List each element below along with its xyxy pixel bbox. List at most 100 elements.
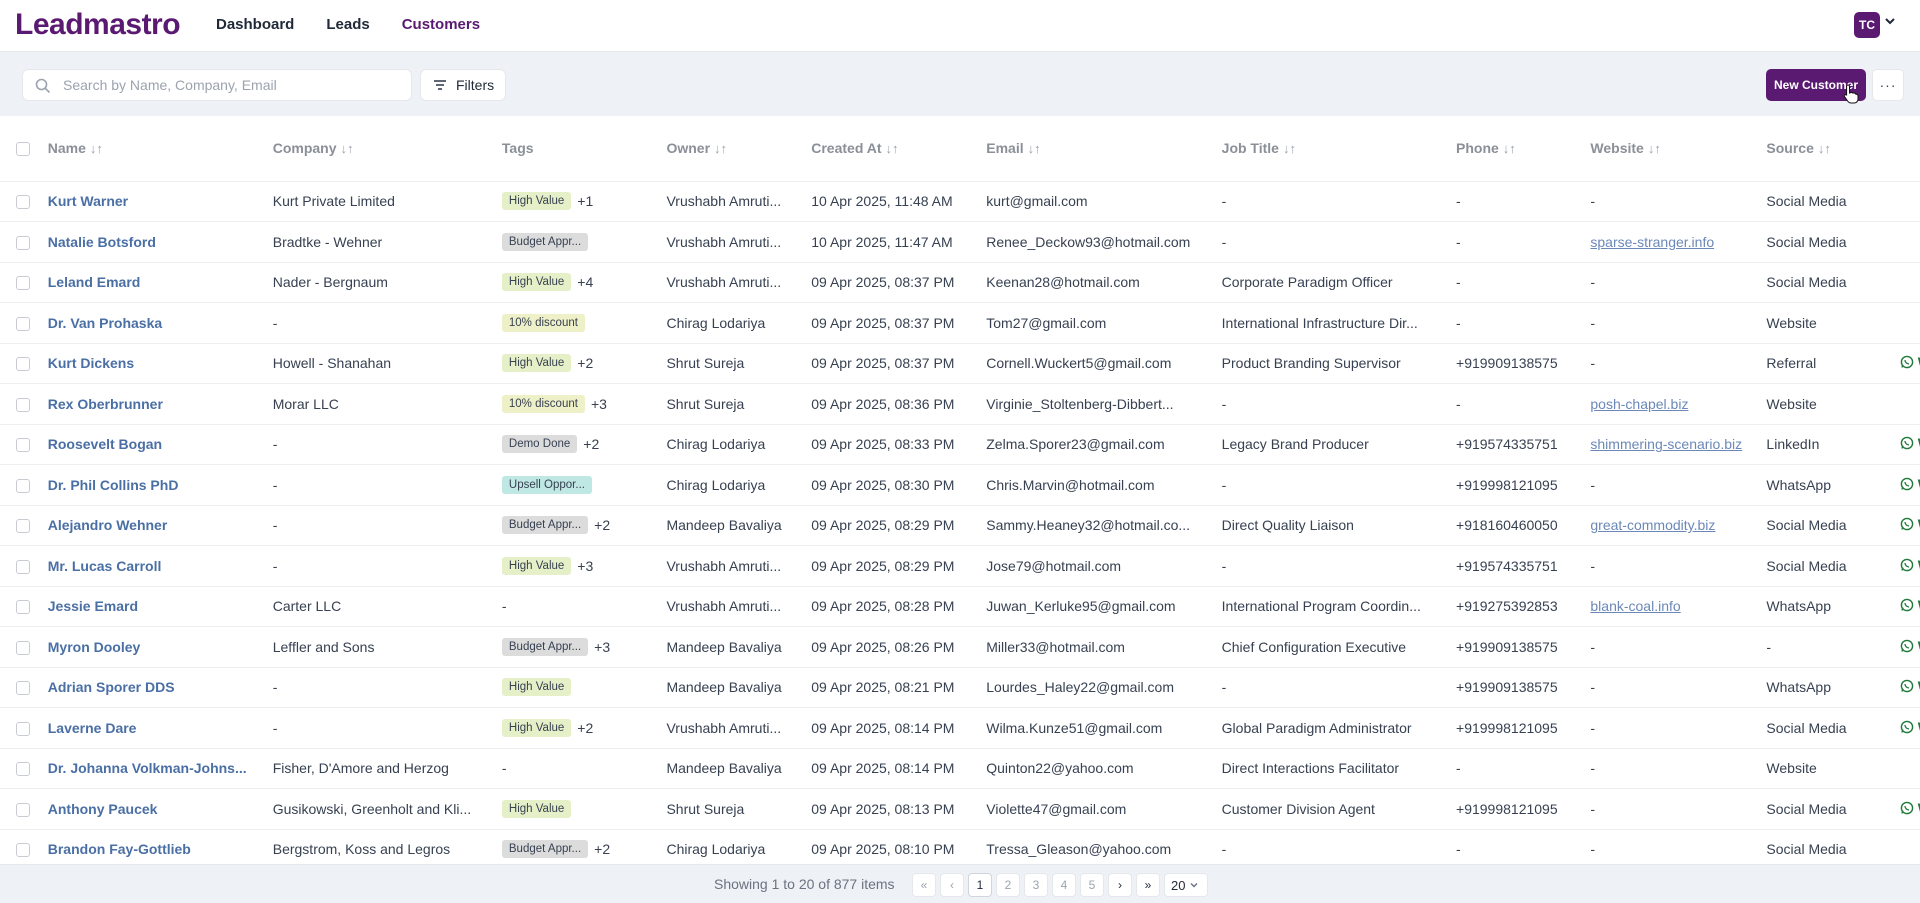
customer-name-link[interactable]: Kurt Warner xyxy=(48,193,128,209)
row-checkbox[interactable] xyxy=(16,235,30,250)
tag-more-count[interactable]: +3 xyxy=(594,639,610,655)
table-row[interactable]: Jessie Emard Carter LLC - Vrushabh Amruti..… xyxy=(0,586,1920,627)
sort-icon[interactable]: ↓↑ xyxy=(1028,141,1041,156)
website-link[interactable]: blank-coal.info xyxy=(1590,598,1680,614)
page-size-select[interactable]: 20 xyxy=(1164,873,1208,897)
table-row[interactable]: Laverne Dare - High Value +2 Vrushabh Amruti… xyxy=(0,707,1920,749)
customer-name-link[interactable]: Jessie Emard xyxy=(48,598,138,614)
table-row[interactable]: Kurt Dickens Howell - Shanahan High Value +… xyxy=(0,343,1920,384)
column-header-name[interactable]: Name ↓↑ xyxy=(43,116,269,182)
tag-more-count[interactable]: +2 xyxy=(594,517,610,533)
website-link[interactable]: sparse-stranger.info xyxy=(1590,234,1714,250)
column-header-website[interactable]: Website ↓↑ xyxy=(1586,116,1763,182)
page-4-button[interactable]: 4 xyxy=(1052,873,1076,897)
table-row[interactable]: Dr. Van Prohaska -10% discount Chirag Loda… xyxy=(0,302,1920,344)
search-box[interactable] xyxy=(22,69,412,101)
row-checkbox[interactable] xyxy=(16,276,30,291)
row-checkbox[interactable] xyxy=(16,843,30,858)
customer-name-link[interactable]: Dr. Phil Collins PhD xyxy=(48,477,179,493)
row-checkbox[interactable] xyxy=(16,316,30,331)
customer-name-link[interactable]: Adrian Sporer DDS xyxy=(48,679,175,695)
row-checkbox[interactable] xyxy=(16,802,30,817)
prev-page-button[interactable]: ‹ xyxy=(940,873,964,897)
customer-name-link[interactable]: Dr. Johanna Volkman-Johns... xyxy=(48,760,247,776)
sort-icon[interactable]: ↓↑ xyxy=(1818,141,1831,156)
column-header-phone[interactable]: Phone ↓↑ xyxy=(1452,116,1587,182)
tag-more-count[interactable]: +2 xyxy=(577,720,593,736)
customer-name-link[interactable]: Alejandro Wehner xyxy=(48,517,168,533)
customer-name-link[interactable]: Mr. Lucas Carroll xyxy=(48,558,162,574)
row-checkbox[interactable] xyxy=(16,640,30,655)
customer-name-link[interactable]: Kurt Dickens xyxy=(48,355,134,371)
customer-name-link[interactable]: Myron Dooley xyxy=(48,639,141,655)
column-header-source[interactable]: Source ↓↑ xyxy=(1762,116,1896,182)
search-input[interactable] xyxy=(63,70,403,100)
table-row[interactable]: Brandon Fay-Gottlieb Bergstrom, Koss and … xyxy=(0,829,1920,864)
table-row[interactable]: Alejandro Wehner - Budget Appr... +2 Mandeep… xyxy=(0,505,1920,546)
last-page-button[interactable]: » xyxy=(1136,873,1160,897)
row-checkbox[interactable] xyxy=(16,721,30,736)
row-checkbox[interactable] xyxy=(16,559,30,574)
sort-icon[interactable]: ↓↑ xyxy=(341,141,354,156)
sort-icon[interactable]: ↓↑ xyxy=(1648,141,1661,156)
table-row[interactable]: Leland Emard Nader - Bergnaum High Value +4… xyxy=(0,262,1920,303)
row-checkbox[interactable] xyxy=(16,478,30,493)
website-link[interactable]: great-commodity.biz xyxy=(1590,517,1715,533)
chevron-down-icon[interactable] xyxy=(1884,14,1896,30)
sort-icon[interactable]: ↓↑ xyxy=(1503,141,1516,156)
whatsapp-button[interactable]: Wha xyxy=(1900,435,1920,451)
whatsapp-button[interactable]: Wha xyxy=(1900,719,1920,735)
tag-more-count[interactable]: +2 xyxy=(583,436,599,452)
table-row[interactable]: Mr. Lucas Carroll - High Value +3 Vrushabh A… xyxy=(0,545,1920,587)
tag-more-count[interactable]: +2 xyxy=(577,355,593,371)
customer-name-link[interactable]: Leland Emard xyxy=(48,274,141,290)
page-3-button[interactable]: 3 xyxy=(1024,873,1048,897)
table-row[interactable]: Rex Oberbrunner Morar LLC 10% discount +3 Sh… xyxy=(0,383,1920,425)
column-header-email[interactable]: Email ↓↑ xyxy=(982,116,1218,182)
table-row[interactable]: Kurt Warner Kurt Private Limited High Valu… xyxy=(0,181,1920,222)
page-1-button[interactable]: 1 xyxy=(968,873,992,897)
app-logo[interactable]: Leadmastro xyxy=(15,8,181,42)
customer-name-link[interactable]: Anthony Paucek xyxy=(48,801,158,817)
sort-icon[interactable]: ↓↑ xyxy=(1283,141,1296,156)
nav-dashboard[interactable]: Dashboard xyxy=(216,16,294,33)
whatsapp-button[interactable]: Wha xyxy=(1900,678,1920,694)
first-page-button[interactable]: « xyxy=(912,873,936,897)
row-checkbox[interactable] xyxy=(16,519,30,534)
row-checkbox[interactable] xyxy=(16,681,30,696)
whatsapp-button[interactable]: Wha xyxy=(1900,557,1920,573)
filters-button[interactable]: Filters xyxy=(420,69,506,101)
column-header-created-at[interactable]: Created At ↓↑ xyxy=(807,116,983,182)
page-2-button[interactable]: 2 xyxy=(996,873,1020,897)
page-5-button[interactable]: 5 xyxy=(1080,873,1104,897)
row-checkbox[interactable] xyxy=(16,438,30,453)
row-checkbox[interactable] xyxy=(16,762,30,777)
sort-icon[interactable]: ↓↑ xyxy=(714,141,727,156)
table-row[interactable]: Anthony Paucek Gusikowski, Greenholt and … xyxy=(0,788,1920,830)
whatsapp-button[interactable]: Wha xyxy=(1900,516,1920,532)
customer-name-link[interactable]: Laverne Dare xyxy=(48,720,137,736)
website-link[interactable]: posh-chapel.biz xyxy=(1590,396,1688,412)
customer-name-link[interactable]: Brandon Fay-Gottlieb xyxy=(48,841,191,857)
row-checkbox[interactable] xyxy=(16,397,30,412)
next-page-button[interactable]: › xyxy=(1108,873,1132,897)
column-header-job-title[interactable]: Job Title ↓↑ xyxy=(1217,116,1453,182)
website-link[interactable]: shimmering-scenario.biz xyxy=(1590,436,1742,452)
tag-more-count[interactable]: +3 xyxy=(591,396,607,412)
tag-more-count[interactable]: +3 xyxy=(577,558,593,574)
tag-more-count[interactable]: +4 xyxy=(577,274,593,290)
nav-leads[interactable]: Leads xyxy=(326,16,369,33)
row-checkbox[interactable] xyxy=(16,357,30,372)
table-row[interactable]: Adrian Sporer DDS - High Value Mandeep Bava… xyxy=(0,667,1920,708)
tag-more-count[interactable]: +2 xyxy=(594,841,610,857)
user-avatar[interactable]: TC xyxy=(1854,12,1880,38)
table-row[interactable]: Myron Dooley Leffler and Sons Budget Appr.… xyxy=(0,626,1920,668)
more-options-button[interactable]: ··· xyxy=(1872,69,1904,101)
column-header-owner[interactable]: Owner ↓↑ xyxy=(662,116,808,182)
select-all-checkbox[interactable] xyxy=(16,142,30,157)
table-row[interactable]: Dr. Phil Collins PhD - Upsell Oppor... Chir… xyxy=(0,464,1920,506)
customer-name-link[interactable]: Natalie Botsford xyxy=(48,234,156,250)
column-header-company[interactable]: Company ↓↑ xyxy=(268,116,498,182)
table-row[interactable]: Dr. Johanna Volkman-Johns... Fisher, D'Am… xyxy=(0,748,1920,789)
customer-name-link[interactable]: Roosevelt Bogan xyxy=(48,436,162,452)
